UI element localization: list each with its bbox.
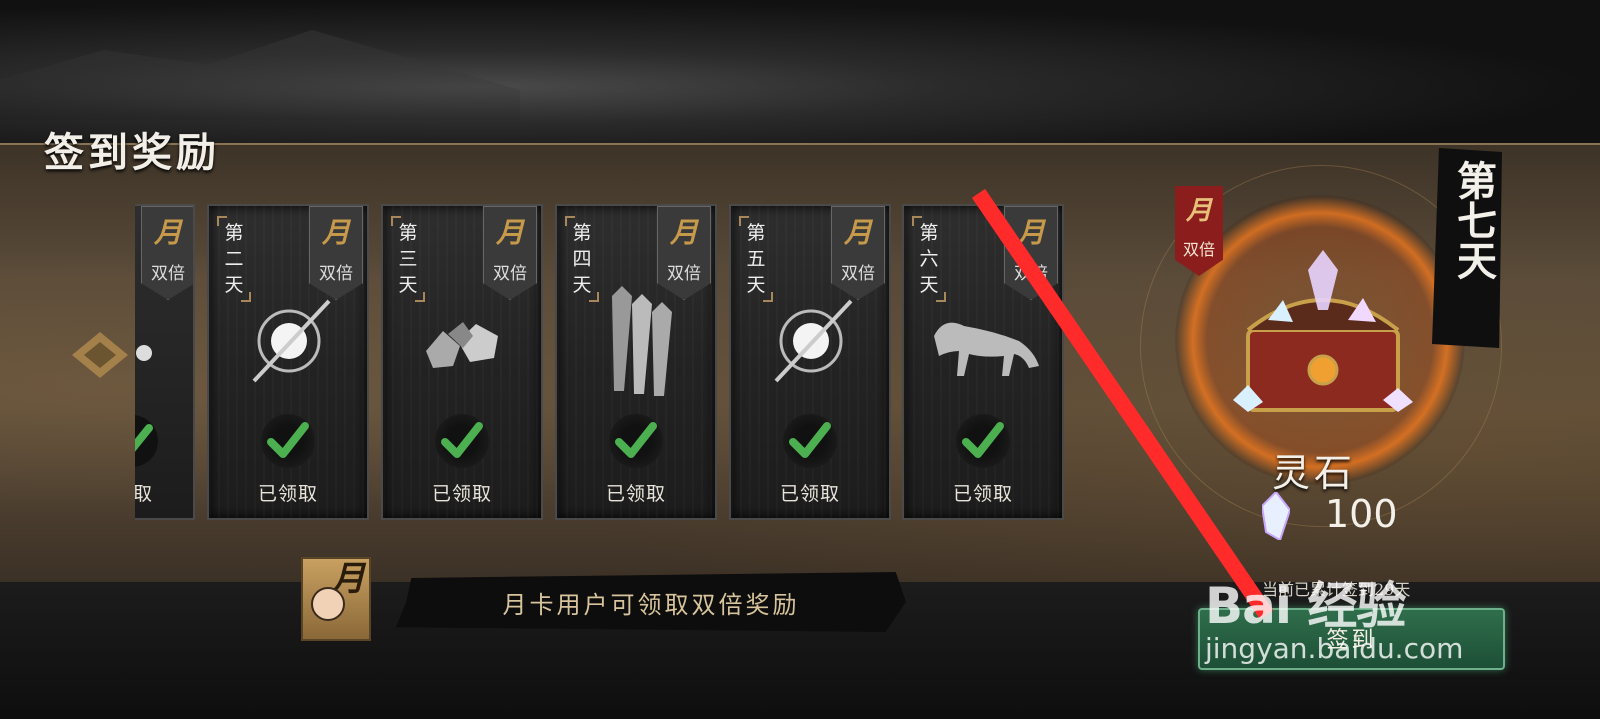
double-tag: 月 双倍: [141, 206, 193, 300]
monthcard-glyph: 月: [321, 216, 350, 249]
claimed-label: 已领取: [779, 483, 840, 505]
leopard-icon: [934, 322, 1039, 376]
monthcard-glyph: 月: [1016, 216, 1045, 249]
reward-card-day6[interactable]: 第六天 月双倍 已领取: [902, 204, 1064, 520]
day7-banner: 第七天: [1432, 148, 1502, 348]
day-label: 第四天: [565, 216, 599, 302]
claimed-label: 取: [135, 483, 154, 505]
claimed-label: 已领取: [431, 483, 492, 505]
background-top: [0, 0, 1600, 145]
claimed-label: 已领取: [952, 483, 1013, 505]
monthcard-icon[interactable]: 月: [301, 557, 371, 641]
reward-amount: 100: [1325, 492, 1398, 536]
reward-card-day2[interactable]: 第二天 月双倍 已领取: [207, 204, 369, 520]
double-tag: 月双倍: [483, 206, 537, 300]
scroll-left-icon[interactable]: [70, 330, 130, 380]
crystal-icon: [1262, 492, 1290, 540]
monthcard-glyph: 月: [669, 216, 698, 249]
page-title: 签到奖励: [44, 129, 220, 176]
claimed-label: 已领取: [605, 483, 666, 505]
talisman-icon: [612, 286, 672, 396]
double-tag: 月双倍: [831, 206, 885, 300]
double-tag: 月 双倍: [1175, 186, 1223, 276]
double-tag: 月双倍: [1004, 206, 1058, 300]
day-label: 第三天: [391, 216, 425, 302]
orb-icon: [774, 299, 853, 383]
check-icon: [956, 414, 1010, 468]
claimed-label: 已领取: [257, 483, 318, 505]
reward-card-day4[interactable]: 第四天 月双倍 已领取: [555, 204, 717, 520]
ore-icon: [426, 322, 498, 368]
check-icon: [609, 414, 663, 468]
roof-silhouette: [0, 30, 520, 120]
watermark: Bai 经验 jingyan.baidu.com: [1205, 536, 1505, 666]
day-label: 第六天: [912, 216, 946, 302]
reward-card-day3[interactable]: 第三天 月双倍 已领取: [381, 204, 543, 520]
reward-card-day1[interactable]: 月 双倍 取: [135, 204, 195, 520]
watermark-url: jingyan.baidu.com: [1205, 632, 1464, 665]
check-icon: [135, 415, 158, 467]
reward-name: 灵石: [1272, 451, 1357, 495]
watermark-logo: Bai 经验: [1205, 577, 1406, 635]
treasure-chest-icon[interactable]: [1228, 250, 1418, 430]
monthcard-glyph: 月: [1185, 196, 1212, 226]
check-icon: [261, 414, 315, 468]
monthcard-banner: 月卡用户可领取双倍奖励: [396, 572, 906, 632]
double-tag: 月双倍: [309, 206, 363, 300]
monthcard-glyph: 月: [153, 216, 182, 249]
day-label: 第五天: [739, 216, 773, 302]
monthcard-text: 月卡用户可领取双倍奖励: [502, 591, 800, 619]
check-icon: [783, 414, 837, 468]
day7-label: 第七天: [1450, 160, 1497, 280]
item-icon: [136, 345, 152, 361]
check-icon: [435, 414, 489, 468]
orb-icon: [252, 299, 331, 383]
avatar: [311, 587, 345, 621]
monthcard-glyph: 月: [843, 216, 872, 249]
reward-card-day5[interactable]: 第五天 月双倍 已领取: [729, 204, 891, 520]
monthcard-glyph: 月: [495, 216, 524, 249]
day-label: 第二天: [217, 216, 251, 302]
